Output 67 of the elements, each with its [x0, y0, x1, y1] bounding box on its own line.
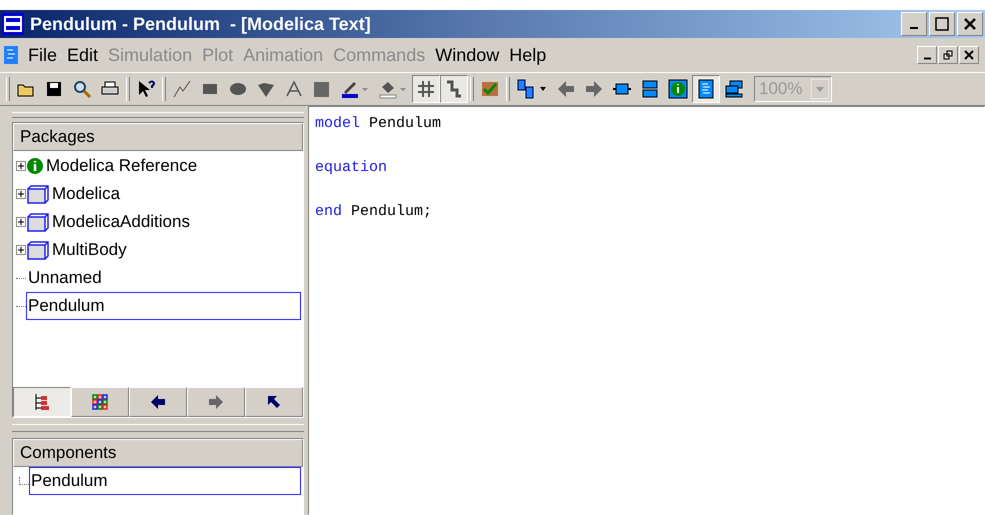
info-icon [668, 79, 688, 99]
close-icon [964, 50, 974, 60]
caret-icon [811, 79, 829, 99]
stacked-windows-icon [724, 79, 744, 99]
document-close-button[interactable] [959, 46, 979, 64]
document-restore-button[interactable] [938, 46, 958, 64]
toolbar-button[interactable] [412, 75, 440, 103]
connector-icon [444, 79, 464, 99]
document-minimize-button[interactable] [917, 46, 937, 64]
code-keyword: end [315, 203, 342, 220]
info-icon [26, 157, 44, 175]
layers-icon [640, 79, 660, 99]
toolbar-button[interactable] [692, 75, 720, 103]
checkmark-icon [480, 79, 500, 99]
minimize-button[interactable] [901, 12, 927, 36]
save-icon [44, 79, 64, 99]
maximize-icon [935, 17, 949, 31]
right-arrow-icon [584, 79, 604, 99]
package-icon [26, 212, 50, 232]
tree-item[interactable]: Modelica Reference [44, 152, 200, 180]
close-icon [963, 17, 977, 31]
icon-grid-icon [90, 393, 110, 411]
grid-icon [416, 79, 436, 99]
app-icon [2, 13, 24, 35]
expand-icon[interactable] [16, 217, 26, 227]
search-icon [72, 79, 92, 99]
right-arrow-icon [206, 393, 226, 411]
zoom-value: 100% [758, 78, 804, 100]
code-text: Pendulum; [350, 203, 432, 220]
package-icon [26, 184, 50, 204]
window-title: Pendulum - Pendulum - [Modelica Text] [30, 12, 371, 36]
pen-color-icon [340, 79, 370, 99]
code-keyword: equation [315, 159, 388, 176]
text-tool-icon [284, 79, 304, 99]
text-document-icon [696, 79, 716, 99]
package-icon [26, 240, 50, 260]
tree-item[interactable]: Modelica [50, 180, 122, 208]
menu-item[interactable]: Edit [67, 42, 98, 68]
fill-bucket-icon [378, 79, 408, 99]
expand-icon[interactable] [16, 189, 26, 199]
square-icon [312, 79, 332, 99]
close-button[interactable] [957, 12, 983, 36]
code-editor[interactable]: model Pendulum equation end Pendulum; [308, 106, 985, 515]
menu-item[interactable]: Window [435, 42, 500, 68]
code-text: Pendulum [368, 115, 442, 132]
document-icon [4, 46, 18, 64]
expand-icon[interactable] [16, 161, 26, 171]
panel-title: Components [20, 442, 116, 464]
help-pointer-icon [136, 79, 156, 99]
polyline-icon [172, 79, 192, 99]
menu-item[interactable]: Help [509, 42, 546, 68]
tree-item[interactable]: Pendulum [29, 467, 301, 494]
minimize-icon [924, 56, 930, 60]
tree-item[interactable]: Pendulum [26, 292, 301, 320]
code-keyword: model [315, 115, 360, 132]
tree-item[interactable]: ModelicaAdditions [50, 208, 192, 236]
panel-title: Packages [20, 126, 95, 148]
left-arrow-icon [556, 79, 576, 99]
menu-item[interactable]: File [28, 42, 58, 68]
toolbar-button[interactable] [440, 75, 468, 103]
tree-item[interactable]: Unnamed [26, 264, 104, 292]
tree-item[interactable]: MultiBody [50, 236, 129, 264]
maximize-button[interactable] [929, 12, 955, 36]
diagram-icon [516, 79, 548, 99]
expand-icon[interactable] [16, 245, 26, 255]
minimize-icon [909, 26, 919, 30]
restore-icon [943, 50, 953, 60]
